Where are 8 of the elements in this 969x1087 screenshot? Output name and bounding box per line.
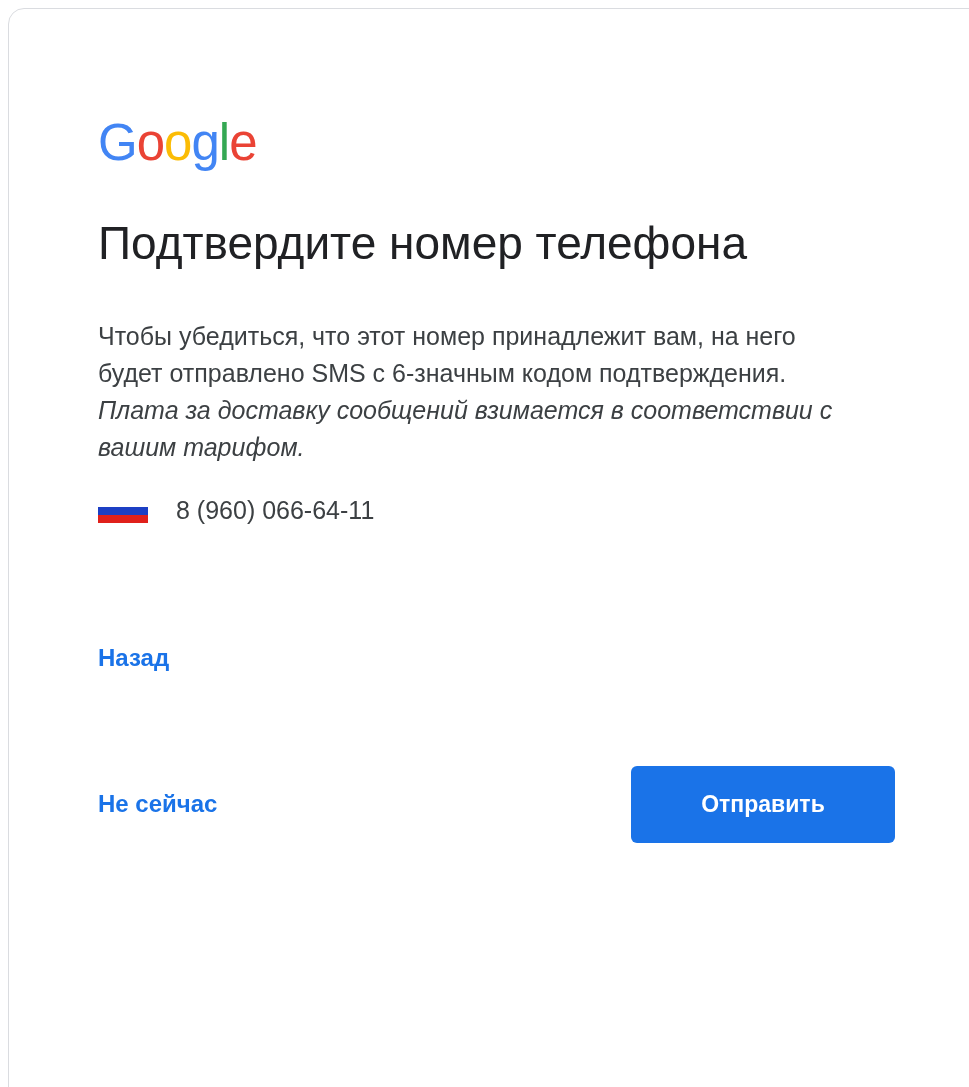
phone-number: 8 (960) 066-64-11	[176, 495, 375, 526]
logo: Google	[98, 113, 257, 173]
page-title: Подтвердите номер телефона	[98, 216, 748, 271]
description-text: Чтобы убедиться, что этот номер принадлежит вам, на него будет отправлено SMS с 6-значным кодом подтверждения. Плата за доставку сообщений взимается в соответствии с вашим тарифом.	[98, 321, 834, 463]
skip-link[interactable]: Не сейчас	[98, 786, 218, 822]
flag-icon	[98, 506, 148, 523]
back-link[interactable]: Назад	[98, 639, 170, 676]
submit-button[interactable]: Отправить	[631, 765, 895, 843]
